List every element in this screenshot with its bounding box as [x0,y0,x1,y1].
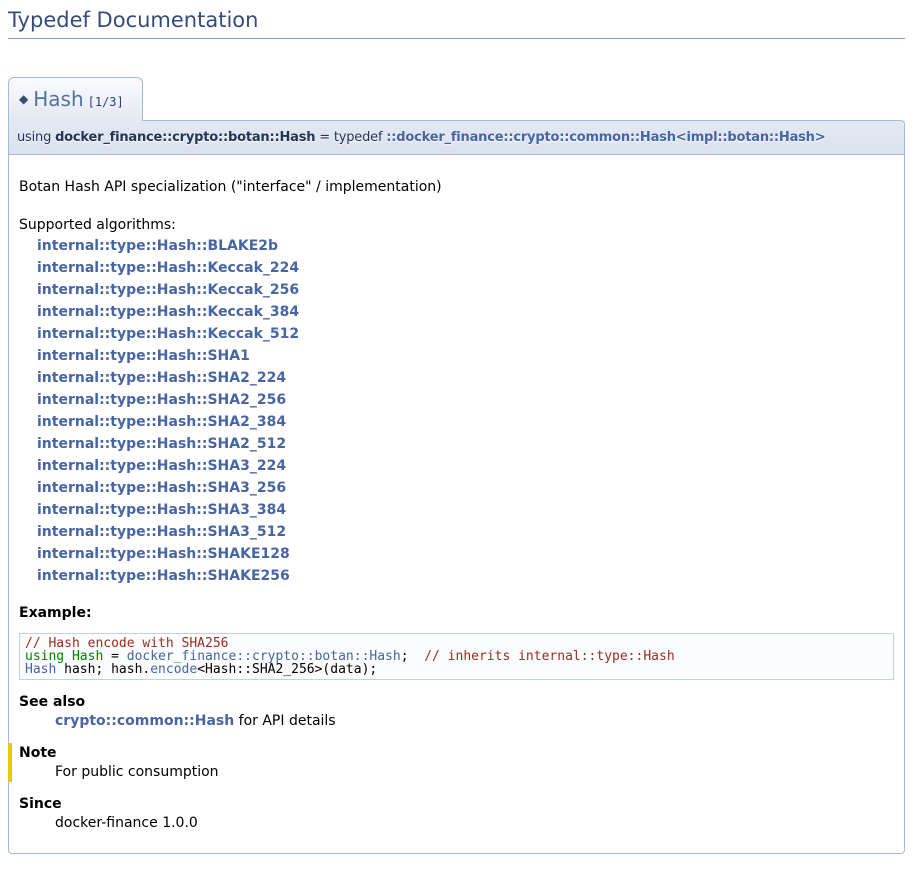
proto-qualified-name: docker_finance::crypto::botan::Hash [55,130,315,145]
since-label: Since [19,796,894,812]
member-documentation: Botan Hash API specialization ("interfac… [8,155,905,854]
code-rest-text: <Hash::SHA2_256>(data); [197,662,377,677]
algorithm-item: internal::type::Hash::SHA1 [37,345,894,367]
content-area: Typedef Documentation ◆ Hash [1/3] using d… [8,5,905,854]
example-label: Example: [19,605,894,621]
algorithm-item: internal::type::Hash::Keccak_256 [37,279,894,301]
algorithm-link[interactable]: internal::type::Hash::SHA3_512 [37,524,286,540]
algorithm-link[interactable]: internal::type::Hash::BLAKE2b [37,238,278,254]
member-description: Botan Hash API specialization ("interfac… [19,179,894,195]
algorithm-item: internal::type::Hash::SHA3_256 [37,477,894,499]
supported-algorithms-label: Supported algorithms: [19,217,894,233]
algorithm-item: internal::type::Hash::SHA2_224 [37,367,894,389]
proto-using-keyword: using [17,130,55,145]
algorithm-item: internal::type::Hash::SHA3_384 [37,499,894,521]
algorithm-item: internal::type::Hash::SHA2_512 [37,433,894,455]
algorithm-link[interactable]: internal::type::Hash::Keccak_384 [37,304,299,320]
algorithm-link[interactable]: internal::type::Hash::SHA2_224 [37,370,286,386]
note-section: Note For public consumption [8,743,894,782]
algorithm-link[interactable]: internal::type::Hash::SHA2_256 [37,392,286,408]
algorithm-link[interactable]: internal::type::Hash::Keccak_512 [37,326,299,342]
note-label: Note [19,745,894,761]
member-title: Hash [33,87,83,111]
algorithm-item: internal::type::Hash::Keccak_384 [37,301,894,323]
code-line-3: Hash hash; hash.encode<Hash::SHA2_256>(d… [25,663,888,676]
member-overload-badge: [1/3] [88,95,124,109]
code-semicolon: ; [401,649,424,664]
algorithm-item: internal::type::Hash::BLAKE2b [37,235,894,257]
algorithm-item: internal::type::Hash::Keccak_512 [37,323,894,345]
since-section: Since docker-finance 1.0.0 [19,796,894,831]
algorithm-link[interactable]: internal::type::Hash::Keccak_256 [37,282,299,298]
since-text: docker-finance 1.0.0 [55,815,894,831]
permalink-anchor-icon[interactable]: ◆ [19,92,28,106]
algorithm-link[interactable]: internal::type::Hash::Keccak_224 [37,260,299,276]
see-also-link[interactable]: crypto::common::Hash [55,713,234,729]
see-also-content: crypto::common::Hash for API details [55,713,894,729]
algorithm-item: internal::type::Hash::SHA2_384 [37,411,894,433]
code-example: // Hash encode with SHA256 using Hash = … [19,633,894,680]
algorithm-link[interactable]: internal::type::Hash::SHA1 [37,348,250,364]
see-also-section: See also crypto::common::Hash for API de… [19,694,894,729]
algorithm-item: internal::type::Hash::SHA2_256 [37,389,894,411]
proto-equals-typedef: = typedef [315,130,386,145]
see-also-suffix: for API details [234,713,335,729]
algorithm-item: internal::type::Hash::SHA3_224 [37,455,894,477]
note-text: For public consumption [55,764,894,780]
algorithm-item: internal::type::Hash::SHAKE128 [37,543,894,565]
code-middle-text: hash; hash. [56,662,150,677]
algorithm-link[interactable]: internal::type::Hash::SHA3_384 [37,502,286,518]
code-hash-type-link[interactable]: Hash [25,662,56,677]
algorithm-item: internal::type::Hash::Keccak_224 [37,257,894,279]
proto-target-type-link[interactable]: ::docker_finance::crypto::common::Hash<i… [386,130,825,145]
algorithm-list: internal::type::Hash::BLAKE2binternal::t… [19,235,894,587]
algorithm-link[interactable]: internal::type::Hash::SHAKE128 [37,546,290,562]
see-also-label: See also [19,694,894,710]
algorithm-link[interactable]: internal::type::Hash::SHA3_256 [37,480,286,496]
algorithm-link[interactable]: internal::type::Hash::SHA2_384 [37,414,286,430]
member-item: using docker_finance::crypto::botan::Has… [8,120,905,854]
typedef-declaration: using docker_finance::crypto::botan::Has… [8,120,905,155]
code-inline-comment: // inherits internal::type::Hash [424,649,674,664]
section-title: Typedef Documentation [8,5,905,39]
algorithm-link[interactable]: internal::type::Hash::SHA3_224 [37,458,286,474]
algorithm-link[interactable]: internal::type::Hash::SHA2_512 [37,436,286,452]
algorithm-item: internal::type::Hash::SHAKE256 [37,565,894,587]
code-encode-method-link[interactable]: encode [150,662,197,677]
algorithm-link[interactable]: internal::type::Hash::SHAKE256 [37,568,290,584]
member-tab: ◆ Hash [1/3] [8,77,143,121]
algorithm-item: internal::type::Hash::SHA3_512 [37,521,894,543]
